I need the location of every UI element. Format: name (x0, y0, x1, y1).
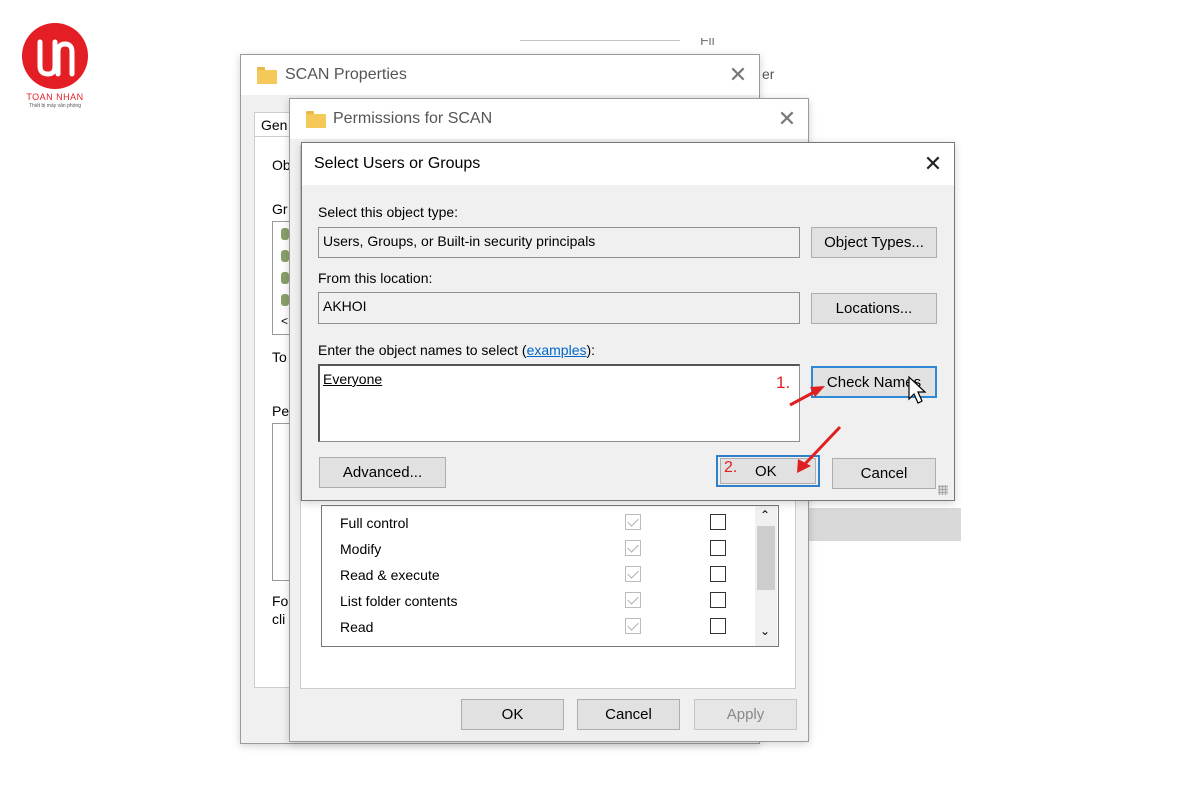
scan-properties-title: SCAN Properties (285, 66, 407, 83)
permissions-close-icon[interactable]: ✕ (772, 105, 802, 133)
tab-general-label: Gen (261, 117, 288, 133)
permissions-apply-button: Apply (694, 699, 797, 730)
folder-icon (257, 67, 277, 84)
permissions-scrollbar[interactable]: ⌃ ⌄ (755, 506, 777, 646)
allow-checkbox (625, 514, 641, 530)
permission-label: Read (340, 619, 374, 635)
select-users-title: Select Users or Groups (314, 155, 481, 172)
ok-label: OK (755, 463, 777, 480)
to-change-label-cut: To (272, 349, 287, 365)
object-type-value: Users, Groups, or Built-in security prin… (323, 233, 596, 249)
background-row-text: er (762, 66, 775, 82)
permission-row: Modify (322, 532, 752, 558)
step-2-annotation: 2. (724, 459, 738, 476)
locations-button[interactable]: Locations... (811, 293, 937, 324)
object-type-label: Select this object type: (318, 204, 459, 220)
brand-tagline: Thiết bị máy văn phòng (29, 103, 81, 109)
location-label: From this location: (318, 270, 433, 286)
allow-checkbox (625, 618, 641, 634)
deny-checkbox[interactable] (710, 514, 726, 530)
permissions-title: Permissions for SCAN (333, 110, 493, 127)
names-value: Everyone (323, 371, 383, 387)
groups-label-cut: Gr (272, 201, 288, 217)
permissions-label-cut: Pe (272, 403, 290, 419)
permissions-list: Full control Modify Read & execute List … (321, 505, 779, 647)
object-name-label-cut: Ob (272, 157, 291, 173)
brand-logo: TOAN NHAN Thiết bị máy văn phòng (20, 22, 90, 112)
enter-names-prefix: Enter the object names to select ( (318, 342, 527, 358)
brand-name: TOAN NHAN (26, 92, 84, 102)
scrollbar-thumb[interactable] (757, 526, 775, 590)
location-value: AKHOI (323, 298, 367, 314)
select-users-dialog: Select Users or Groups ✕ Select this obj… (301, 142, 955, 501)
select-users-cancel-button[interactable]: Cancel (832, 458, 936, 489)
permissions-titlebar: Permissions for SCAN ✕ (290, 99, 808, 139)
resize-grip-icon[interactable] (938, 485, 948, 495)
permission-label: List folder contents (340, 593, 458, 609)
allow-checkbox (625, 566, 641, 582)
advanced-button[interactable]: Advanced... (319, 457, 446, 488)
select-users-close-icon[interactable]: ✕ (918, 150, 948, 178)
scroll-down-icon[interactable]: ⌄ (760, 624, 770, 638)
folder-icon (306, 111, 326, 128)
permission-label: Full control (340, 515, 409, 531)
select-users-titlebar: Select Users or Groups ✕ (302, 143, 954, 185)
permission-row: Full control (322, 506, 752, 532)
background-column-text: Fil (700, 38, 715, 48)
permission-row: Read (322, 610, 752, 636)
click-label-cut: cli (272, 611, 286, 627)
examples-link[interactable]: examples (527, 342, 587, 358)
permissions-ok-button[interactable]: OK (461, 699, 564, 730)
deny-checkbox[interactable] (710, 618, 726, 634)
check-names-button[interactable]: Check Names (811, 366, 937, 398)
for-special-label-cut: Fo (272, 593, 289, 609)
background-text-fragments: Fil (520, 38, 780, 52)
deny-checkbox[interactable] (710, 592, 726, 608)
scroll-up-icon[interactable]: ⌃ (760, 508, 770, 522)
allow-checkbox (625, 592, 641, 608)
enter-names-suffix: ): (586, 342, 596, 358)
permission-row: List folder contents (322, 584, 752, 610)
permissions-cancel-button[interactable]: Cancel (577, 699, 680, 730)
names-textarea[interactable]: Everyone (318, 364, 800, 442)
location-field: AKHOI (318, 292, 800, 324)
object-type-field: Users, Groups, or Built-in security prin… (318, 227, 800, 258)
permission-row: Read & execute (322, 558, 752, 584)
brand-logo-icon (22, 23, 88, 89)
permission-label: Read & execute (340, 567, 440, 583)
permission-label: Modify (340, 541, 382, 557)
deny-checkbox[interactable] (710, 566, 726, 582)
step-1-annotation: 1. (776, 373, 791, 392)
scroll-left-icon[interactable]: < (281, 314, 288, 328)
allow-checkbox (625, 540, 641, 556)
enter-names-label: Enter the object names to select (exampl… (318, 342, 595, 358)
object-types-button[interactable]: Object Types... (811, 227, 937, 258)
scan-properties-titlebar: SCAN Properties ✕ (241, 55, 759, 95)
scan-properties-close-icon[interactable]: ✕ (723, 61, 753, 89)
background-gray-band (808, 508, 961, 541)
deny-checkbox[interactable] (710, 540, 726, 556)
